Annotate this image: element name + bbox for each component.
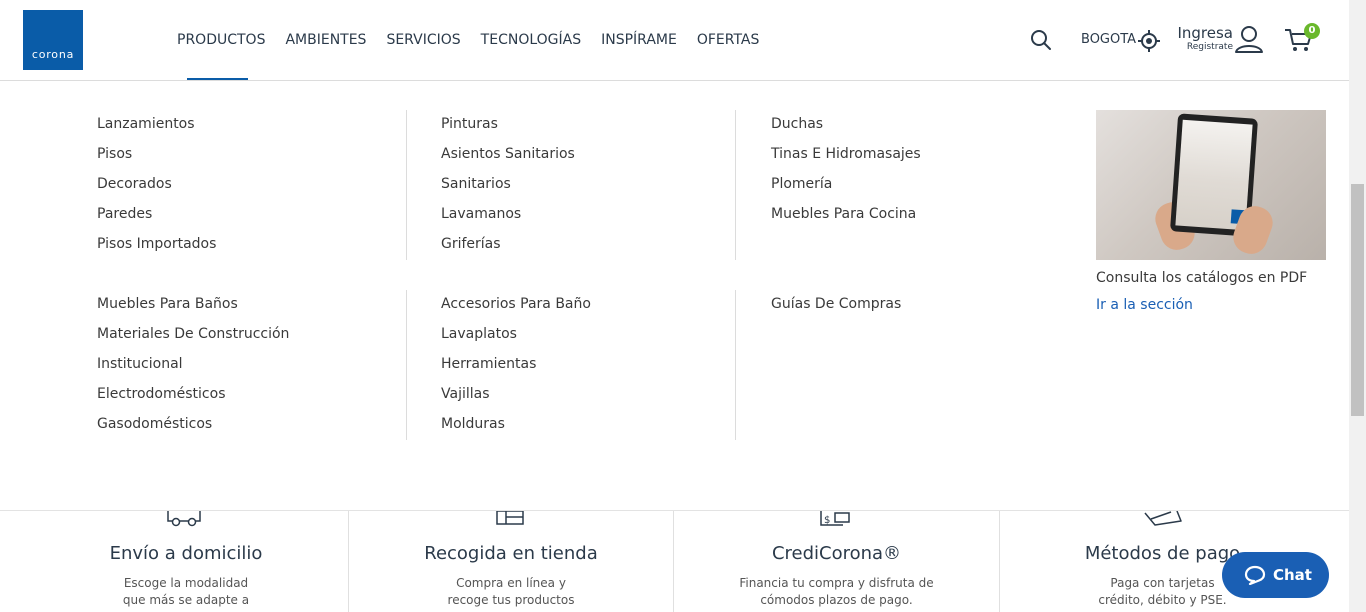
- credit-icon: $: [819, 511, 850, 526]
- menu-link[interactable]: Sanitarios: [441, 173, 575, 203]
- menu-link[interactable]: Vajillas: [441, 383, 591, 413]
- products-mega-menu: Lanzamientos Pisos Decorados Paredes Pis…: [0, 81, 1349, 511]
- active-nav-indicator: [187, 78, 248, 80]
- main-nav: PRODUCTOS AMBIENTES SERVICIOS TECNOLOGÍA…: [167, 31, 769, 49]
- user-icon[interactable]: [1234, 25, 1264, 53]
- register-label: Registrate: [1186, 42, 1233, 52]
- menu-link[interactable]: Lavamanos: [441, 203, 575, 233]
- menu-link[interactable]: Paredes: [97, 203, 216, 233]
- menu-link[interactable]: Pisos Importados: [97, 233, 216, 263]
- service-recogida[interactable]: Recogida en tienda Compra en línea y reco…: [349, 511, 673, 612]
- column-divider: [735, 110, 736, 260]
- store-icon: [496, 511, 524, 525]
- menu-column-1b: Muebles Para Baños Materiales De Constru…: [97, 293, 289, 443]
- menu-link[interactable]: Pinturas: [441, 113, 575, 143]
- promo-title: Consulta los catálogos en PDF: [1096, 270, 1308, 286]
- nav-item-servicios[interactable]: SERVICIOS: [376, 31, 470, 49]
- menu-link[interactable]: Lavaplatos: [441, 323, 591, 353]
- menu-link[interactable]: Duchas: [771, 113, 921, 143]
- menu-link[interactable]: Tinas E Hidromasajes: [771, 143, 921, 173]
- location-target-icon[interactable]: [1138, 30, 1160, 52]
- menu-link[interactable]: Electrodomésticos: [97, 383, 289, 413]
- column-divider: [406, 290, 407, 440]
- cart-count-badge: 0: [1304, 23, 1320, 39]
- service-desc-line: Escoge la modalidad: [123, 576, 249, 590]
- menu-column-2b: Accesorios Para Baño Lavaplatos Herramie…: [441, 293, 591, 443]
- menu-link[interactable]: Accesorios Para Baño: [441, 293, 591, 323]
- menu-column-3b: Guías De Compras: [771, 293, 901, 323]
- column-divider: [406, 110, 407, 260]
- scrollbar-thumb[interactable]: [1351, 184, 1364, 416]
- menu-link[interactable]: Griferías: [441, 233, 575, 263]
- service-desc-line: recoge tus productos: [447, 593, 575, 607]
- nav-item-ofertas[interactable]: OFERTAS: [687, 31, 770, 49]
- service-title: Envío a domicilio: [109, 543, 263, 564]
- search-icon[interactable]: [1029, 28, 1053, 52]
- card-icon: [1143, 511, 1182, 526]
- truck-icon: [167, 511, 201, 527]
- login-link[interactable]: Ingresa Registrate: [1176, 25, 1233, 53]
- chat-bubble-icon: [1244, 565, 1266, 585]
- service-desc: Financia tu compra y disfruta de cómodos …: [674, 575, 999, 609]
- catalog-promo-image[interactable]: [1096, 110, 1326, 260]
- services-strip: Envío a domicilio Escoge la modalidad que…: [0, 511, 1349, 612]
- page-scrollbar[interactable]: [1349, 0, 1366, 612]
- menu-link[interactable]: Gasodomésticos: [97, 413, 289, 443]
- corona-logo[interactable]: corona: [23, 10, 83, 70]
- service-desc-line: Financia tu compra y disfruta de: [739, 576, 934, 590]
- menu-column-2a: Pinturas Asientos Sanitarios Sanitarios …: [441, 113, 575, 263]
- service-desc-line: que más se adapte a: [122, 593, 250, 607]
- nav-item-tecnologias[interactable]: TECNOLOGÍAS: [471, 31, 591, 49]
- chat-button[interactable]: Chat: [1222, 552, 1329, 598]
- menu-link[interactable]: Herramientas: [441, 353, 591, 383]
- menu-link[interactable]: Muebles Para Cocina: [771, 203, 921, 233]
- menu-link[interactable]: Muebles Para Baños: [97, 293, 289, 323]
- menu-link[interactable]: Lanzamientos: [97, 113, 216, 143]
- service-credicorona[interactable]: $ CrediCorona® Financia tu compra y disf…: [674, 511, 999, 612]
- nav-item-ambientes[interactable]: AMBIENTES: [275, 31, 376, 49]
- service-title: CrediCorona®: [771, 543, 902, 564]
- menu-link[interactable]: Pisos: [97, 143, 216, 173]
- menu-link[interactable]: Molduras: [441, 413, 591, 443]
- service-title: Recogida en tienda: [424, 543, 598, 564]
- login-label: Ingresa: [1177, 24, 1233, 42]
- chat-label: Chat: [1273, 566, 1312, 584]
- promo-link[interactable]: Ir a la sección: [1096, 297, 1193, 313]
- menu-link[interactable]: Asientos Sanitarios: [441, 143, 575, 173]
- svg-text:$: $: [824, 515, 830, 526]
- service-desc: Compra en línea y recoge tus productos: [349, 575, 673, 609]
- service-envio[interactable]: Envío a domicilio Escoge la modalidad que…: [24, 511, 348, 612]
- site-header: corona PRODUCTOS AMBIENTES SERVICIOS TEC…: [0, 0, 1349, 81]
- nav-item-inspirame[interactable]: INSPÍRAME: [591, 31, 687, 49]
- menu-link[interactable]: Decorados: [97, 173, 216, 203]
- service-desc-line: cómodos plazos de pago.: [760, 593, 913, 607]
- menu-link[interactable]: Guías De Compras: [771, 293, 901, 323]
- service-desc-line: Compra en línea y: [456, 576, 566, 590]
- nav-item-productos[interactable]: PRODUCTOS: [167, 31, 275, 49]
- menu-link[interactable]: Materiales De Construcción: [97, 323, 289, 353]
- logo-text: corona: [31, 48, 75, 61]
- menu-column-3a: Duchas Tinas E Hidromasajes Plomería Mue…: [771, 113, 921, 233]
- service-desc: Escoge la modalidad que más se adapte a: [24, 575, 348, 609]
- menu-link[interactable]: Plomería: [771, 173, 921, 203]
- column-divider: [735, 290, 736, 440]
- city-selector[interactable]: BOGOTA: [1081, 32, 1136, 47]
- service-desc-line: crédito, débito y PSE.: [1098, 593, 1227, 607]
- menu-link[interactable]: Institucional: [97, 353, 289, 383]
- menu-column-1a: Lanzamientos Pisos Decorados Paredes Pis…: [97, 113, 216, 263]
- service-desc-line: Paga con tarjetas: [1110, 576, 1215, 590]
